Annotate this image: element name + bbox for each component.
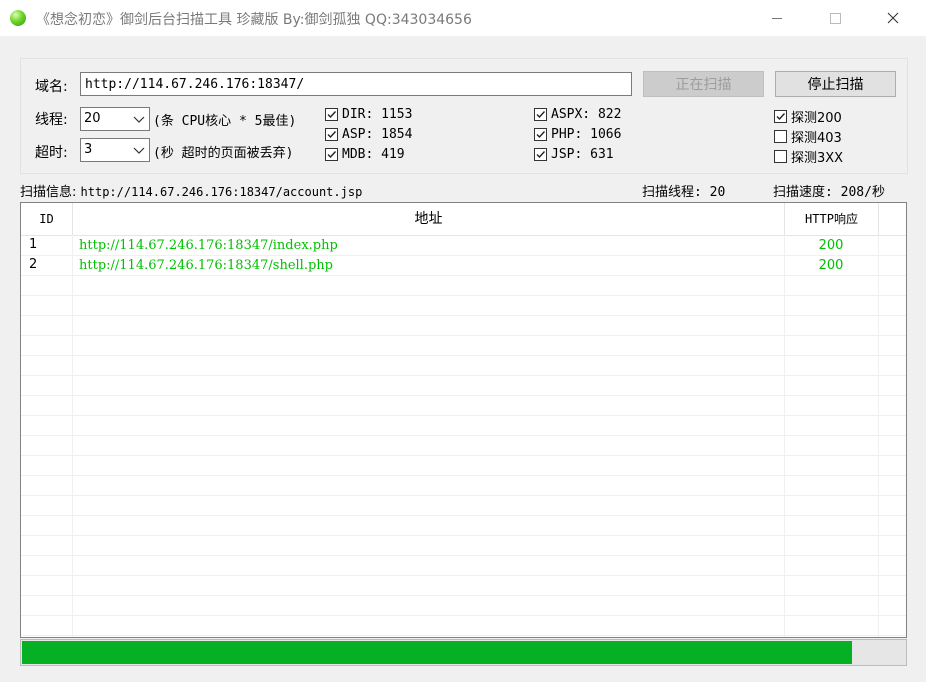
scan-info-label: 扫描信息:	[20, 185, 77, 200]
scan-info: 扫描信息: http://114.67.246.176:18347/accoun…	[20, 181, 362, 200]
timeout-hint: (秒 超时的页面被丢弃)	[153, 146, 294, 161]
grid-line	[21, 355, 906, 356]
checkbox-box	[534, 108, 547, 121]
checkbox-label: 探测200	[791, 111, 842, 126]
grid-line	[21, 375, 906, 376]
checkbox-detect-3xx[interactable]: 探测3XX	[774, 147, 843, 166]
minimize-icon	[772, 17, 782, 19]
checkbox-label: PHP: 1066	[551, 127, 622, 142]
check-icon	[536, 151, 546, 159]
chevron-down-icon	[133, 147, 145, 154]
check-icon	[327, 131, 337, 139]
timeout-label: 超时:	[35, 145, 68, 161]
scan-threads-status: 扫描线程: 20	[642, 185, 726, 200]
threads-label: 线程:	[35, 112, 68, 128]
checkbox-php[interactable]: PHP: 1066	[534, 127, 621, 142]
grid-line	[21, 555, 906, 556]
app-icon	[10, 10, 26, 26]
checkbox-box	[534, 128, 547, 141]
scanning-button: 正在扫描	[643, 71, 764, 97]
checkbox-aspx[interactable]: ASPX: 822	[534, 107, 621, 122]
timeout-value: 3	[84, 142, 93, 157]
checkbox-label: MDB: 419	[342, 147, 405, 162]
close-button[interactable]	[870, 0, 916, 36]
check-icon	[536, 111, 546, 119]
table-row[interactable]: 2 http://114.67.246.176:18347/shell.php …	[21, 255, 906, 275]
results-header: ID 地址 HTTP响应	[21, 203, 906, 236]
grid-line	[21, 315, 906, 316]
checkbox-label: JSP: 631	[551, 147, 614, 162]
cell-url: http://114.67.246.176:18347/shell.php	[79, 258, 333, 273]
checkbox-label: ASP: 1854	[342, 127, 413, 142]
checkbox-box	[325, 148, 338, 161]
grid-line	[21, 515, 906, 516]
grid-line	[21, 575, 906, 576]
scan-speed-status: 扫描速度: 208/秒	[773, 185, 885, 200]
checkbox-box	[774, 110, 787, 123]
stop-scan-button[interactable]: 停止扫描	[775, 71, 896, 97]
check-icon	[327, 111, 337, 119]
checkbox-dir[interactable]: DIR: 1153	[325, 107, 412, 122]
maximize-button[interactable]	[812, 0, 858, 36]
threads-value: 20	[84, 111, 101, 126]
grid-line	[21, 415, 906, 416]
grid-line	[21, 475, 906, 476]
checkbox-box	[774, 130, 787, 143]
checkbox-box	[774, 150, 787, 163]
grid-line	[21, 335, 906, 336]
domain-label: 域名:	[35, 79, 68, 95]
timeout-select[interactable]: 3	[80, 138, 150, 162]
check-icon	[536, 131, 546, 139]
cell-id: 2	[29, 257, 38, 272]
checkbox-label: 探测403	[791, 131, 842, 146]
window-title: 《想念初恋》御剑后台扫描工具 珍藏版 By:御剑孤独 QQ:343034656	[36, 12, 472, 28]
main-panel: 域名: 正在扫描 停止扫描 线程: 20 (条 CPU核心 * 5最佳) 超时:…	[0, 36, 926, 682]
scan-info-url: http://114.67.246.176:18347/account.jsp	[80, 185, 363, 199]
check-icon	[776, 113, 786, 121]
checkbox-box	[325, 128, 338, 141]
check-icon	[327, 151, 337, 159]
checkbox-label: DIR: 1153	[342, 107, 413, 122]
title-bar: 《想念初恋》御剑后台扫描工具 珍藏版 By:御剑孤独 QQ:343034656	[0, 0, 926, 36]
checkbox-box	[534, 148, 547, 161]
progress-fill	[22, 641, 852, 664]
cell-url: http://114.67.246.176:18347/index.php	[79, 238, 338, 253]
grid-line	[21, 435, 906, 436]
cell-http-code: 200	[818, 258, 844, 273]
scan-progress-bar	[20, 639, 907, 666]
grid-line	[21, 495, 906, 496]
checkbox-detect-403[interactable]: 探测403	[774, 127, 842, 146]
chevron-down-icon	[133, 116, 145, 123]
close-icon	[887, 12, 899, 24]
minimize-button[interactable]	[754, 0, 800, 36]
threads-hint: (条 CPU核心 * 5最佳)	[153, 114, 297, 129]
maximize-icon	[829, 12, 841, 24]
grid-line	[21, 395, 906, 396]
checkbox-box	[325, 108, 338, 121]
checkbox-jsp[interactable]: JSP: 631	[534, 147, 614, 162]
grid-line	[21, 535, 906, 536]
grid-line	[21, 275, 906, 276]
grid-line	[21, 635, 906, 636]
grid-line	[21, 595, 906, 596]
table-row[interactable]: 1 http://114.67.246.176:18347/index.php …	[21, 235, 906, 255]
checkbox-label: 探测3XX	[791, 151, 844, 166]
cell-http-code: 200	[818, 238, 844, 253]
checkbox-label: ASPX: 822	[551, 107, 622, 122]
column-header-http[interactable]: HTTP响应	[785, 203, 879, 235]
checkbox-mdb[interactable]: MDB: 419	[325, 147, 405, 162]
threads-select[interactable]: 20	[80, 107, 150, 131]
checkbox-detect-200[interactable]: 探测200	[774, 107, 842, 126]
domain-input[interactable]	[80, 72, 632, 96]
column-header-url[interactable]: 地址	[73, 203, 785, 235]
results-list[interactable]: ID 地址 HTTP响应 1 http://114.67.246.176:183…	[20, 202, 907, 638]
grid-line	[21, 295, 906, 296]
column-header-id[interactable]: ID	[21, 203, 73, 235]
checkbox-asp[interactable]: ASP: 1854	[325, 127, 412, 142]
cell-id: 1	[29, 237, 38, 252]
grid-line	[21, 455, 906, 456]
grid-line	[21, 615, 906, 616]
